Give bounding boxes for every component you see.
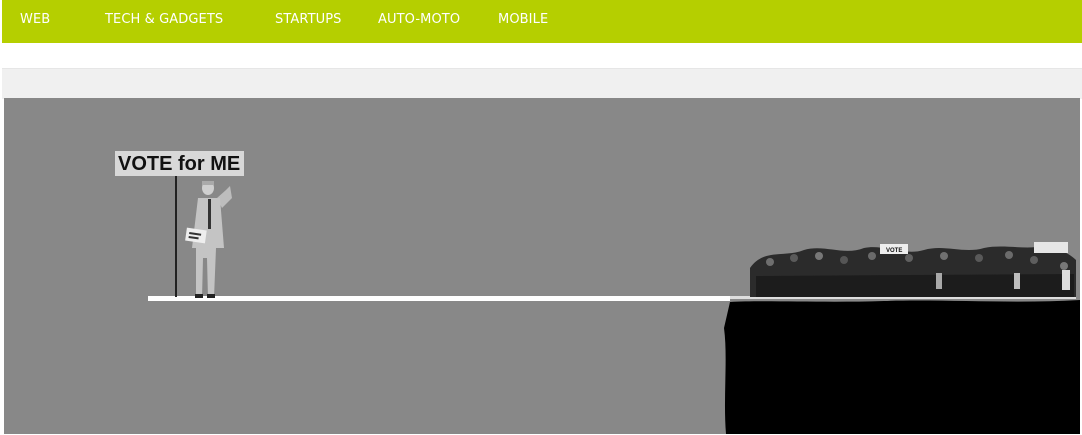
plank-line bbox=[148, 296, 730, 301]
cliff-shape bbox=[724, 300, 1080, 434]
nav-item-web[interactable]: WEB bbox=[20, 12, 50, 27]
vote-sign-text: VOTE for ME bbox=[118, 153, 240, 175]
nav-item-mobile[interactable]: MOBILE bbox=[498, 12, 548, 27]
top-nav-bar: WEB TECH & GADGETS STARTUPS AUTO-MOTO MO… bbox=[2, 0, 1082, 43]
crowd-vote-sign: VOTE bbox=[880, 244, 908, 254]
crowd-vote-sign-text: VOTE bbox=[886, 248, 902, 254]
crowd-banner bbox=[1034, 242, 1068, 253]
hero-illustration[interactable]: VOTE for ME VOTE bbox=[4, 98, 1080, 434]
crowd bbox=[750, 246, 1076, 297]
content-separator-band bbox=[2, 68, 1082, 99]
nav-item-auto-moto[interactable]: AUTO-MOTO bbox=[378, 12, 460, 27]
vote-sign: VOTE for ME bbox=[115, 151, 244, 176]
sign-pole bbox=[175, 176, 177, 297]
nav-item-startups[interactable]: STARTUPS bbox=[275, 12, 342, 27]
nav-item-tech-gadgets[interactable]: TECH & GADGETS bbox=[105, 12, 223, 27]
